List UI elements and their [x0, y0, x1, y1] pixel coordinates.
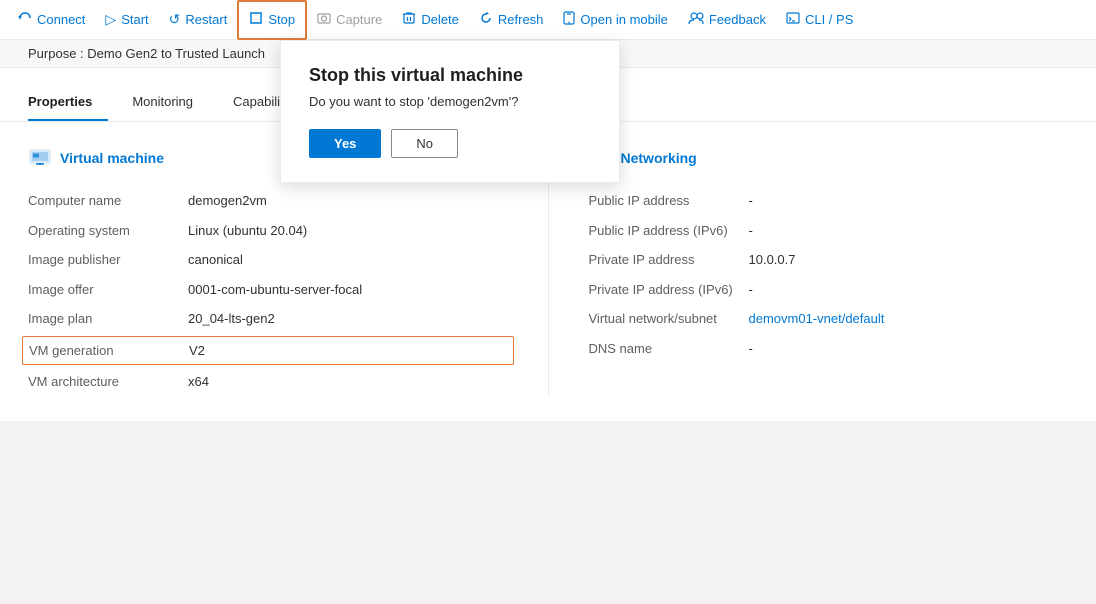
stop-button[interactable]: Stop [237, 0, 307, 40]
cli-ps-button[interactable]: CLI / PS [776, 0, 863, 40]
mobile-icon [563, 11, 575, 28]
refresh-button[interactable]: Refresh [469, 0, 554, 40]
cli-icon [786, 11, 800, 28]
networking-section-header: Networking [589, 146, 1069, 170]
networking-column: Networking Public IP address - Public IP… [548, 146, 1069, 397]
prop-vm-architecture: VM architecture x64 [28, 367, 508, 397]
prop-dns-name: DNS name - [589, 334, 1069, 364]
vm-column: Virtual machine Computer name demogen2vm… [28, 146, 548, 397]
tab-properties[interactable]: Properties [28, 84, 108, 121]
refresh-icon [479, 11, 493, 28]
stop-popup-title: Stop this virtual machine [309, 65, 591, 86]
prop-vm-generation: VM generation V2 [22, 336, 514, 366]
prop-public-ip: Public IP address - [589, 186, 1069, 216]
stop-icon [249, 11, 263, 28]
feedback-icon [688, 11, 704, 28]
delete-icon [402, 11, 416, 28]
prop-computer-name: Computer name demogen2vm [28, 186, 508, 216]
networking-section-title: Networking [621, 150, 697, 166]
restart-button[interactable]: ↺ Restart [159, 0, 238, 40]
prop-image-plan: Image plan 20_04-lts-gen2 [28, 304, 508, 334]
prop-vnet-subnet: Virtual network/subnet demovm01-vnet/def… [589, 304, 1069, 334]
tab-monitoring[interactable]: Monitoring [132, 84, 209, 121]
prop-image-publisher: Image publisher canonical [28, 245, 508, 275]
no-button[interactable]: No [391, 129, 458, 158]
vm-section-title: Virtual machine [60, 150, 164, 166]
start-icon: ▷ [105, 11, 116, 28]
feedback-button[interactable]: Feedback [678, 0, 776, 40]
popup-buttons: Yes No [309, 129, 591, 158]
vnet-link[interactable]: demovm01-vnet/default [749, 309, 885, 329]
prop-os: Operating system Linux (ubuntu 20.04) [28, 216, 508, 246]
prop-private-ip-v6: Private IP address (IPv6) - [589, 275, 1069, 305]
toolbar: Connect ▷ Start ↺ Restart Stop [0, 0, 1096, 40]
restart-icon: ↺ [169, 11, 181, 28]
open-mobile-button[interactable]: Open in mobile [553, 0, 677, 40]
capture-button[interactable]: Capture [307, 0, 392, 40]
prop-public-ip-v6: Public IP address (IPv6) - [589, 216, 1069, 246]
capture-icon [317, 11, 331, 28]
vm-icon [28, 146, 52, 170]
connect-icon [18, 11, 32, 28]
purpose-text: Purpose : Demo Gen2 to Trusted Launch [28, 46, 265, 61]
delete-button[interactable]: Delete [392, 0, 469, 40]
start-button[interactable]: ▷ Start [95, 0, 158, 40]
stop-popup: Stop this virtual machine Do you want to… [280, 40, 620, 183]
prop-private-ip: Private IP address 10.0.0.7 [589, 245, 1069, 275]
stop-popup-message: Do you want to stop 'demogen2vm'? [309, 94, 591, 109]
connect-button[interactable]: Connect [8, 0, 95, 40]
prop-image-offer: Image offer 0001-com-ubuntu-server-focal [28, 275, 508, 305]
yes-button[interactable]: Yes [309, 129, 381, 158]
